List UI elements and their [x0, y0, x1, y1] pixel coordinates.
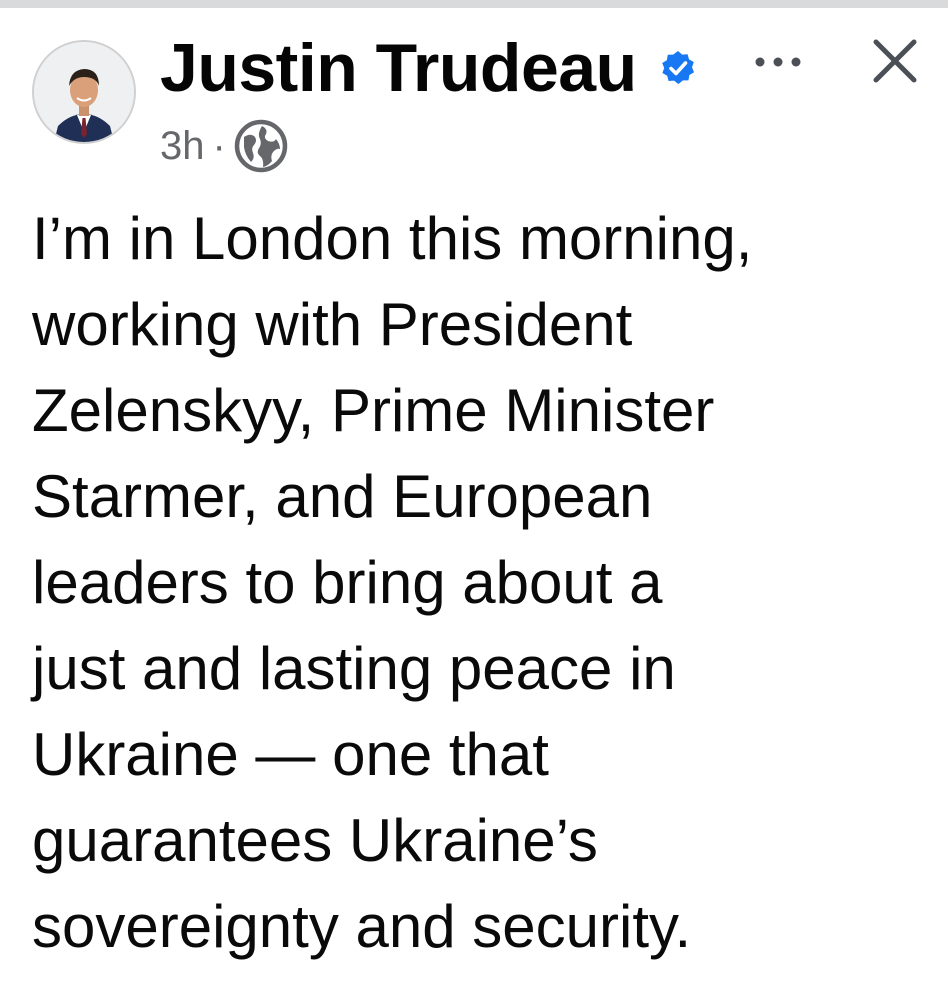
meta-separator: · — [212, 123, 226, 168]
post-meta: 3h · — [160, 117, 290, 175]
top-divider — [0, 0, 948, 8]
more-options-icon[interactable] — [752, 52, 804, 72]
post-timestamp[interactable]: 3h — [160, 124, 205, 169]
author-name[interactable]: Justin Trudeau — [160, 28, 637, 108]
avatar[interactable] — [32, 40, 136, 144]
post-text: I’m in London this morning, working with… — [32, 205, 753, 960]
profile-photo — [34, 42, 134, 142]
globe-icon[interactable] — [232, 117, 290, 175]
verified-badge-icon — [662, 51, 694, 84]
close-icon[interactable] — [872, 38, 918, 84]
